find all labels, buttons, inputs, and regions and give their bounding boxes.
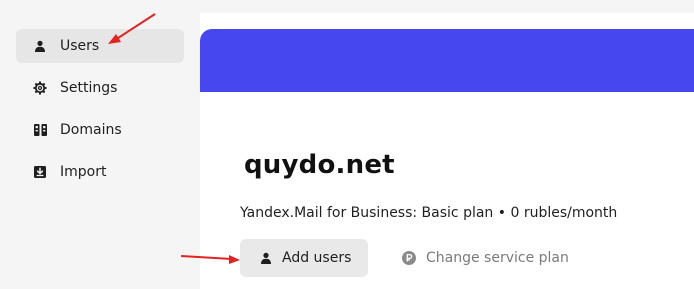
- sidebar-item-domains[interactable]: Domains: [16, 113, 184, 147]
- sidebar-item-label: Domains: [60, 122, 122, 138]
- import-icon: [32, 164, 48, 180]
- ruble-coin-icon: [402, 251, 416, 265]
- sidebar-item-settings[interactable]: Settings: [16, 71, 184, 105]
- change-service-plan-link[interactable]: Change service plan: [402, 239, 569, 277]
- main-content: quydo.net Yandex.Mail for Business: Basi…: [200, 13, 694, 289]
- user-icon: [32, 38, 48, 54]
- user-icon: [259, 251, 273, 265]
- top-strip: [0, 0, 694, 13]
- domains-icon: [32, 122, 48, 138]
- organization-name: quydo.net: [244, 150, 395, 180]
- plan-description: Yandex.Mail for Business: Basic plan • 0…: [240, 205, 618, 221]
- sidebar-item-label: Settings: [60, 80, 118, 96]
- add-users-button[interactable]: Add users: [240, 239, 368, 277]
- add-users-label: Add users: [282, 250, 352, 266]
- sidebar: Users Settings Domains Import: [0, 13, 200, 289]
- sidebar-item-users[interactable]: Users: [16, 29, 184, 63]
- sidebar-item-import[interactable]: Import: [16, 155, 184, 189]
- sidebar-item-label: Import: [60, 164, 107, 180]
- organization-banner: [200, 29, 694, 92]
- change-service-plan-label: Change service plan: [426, 250, 569, 266]
- gear-icon: [32, 80, 48, 96]
- app-window: Users Settings Domains Import quydo.net …: [0, 0, 694, 289]
- sidebar-item-label: Users: [60, 38, 100, 54]
